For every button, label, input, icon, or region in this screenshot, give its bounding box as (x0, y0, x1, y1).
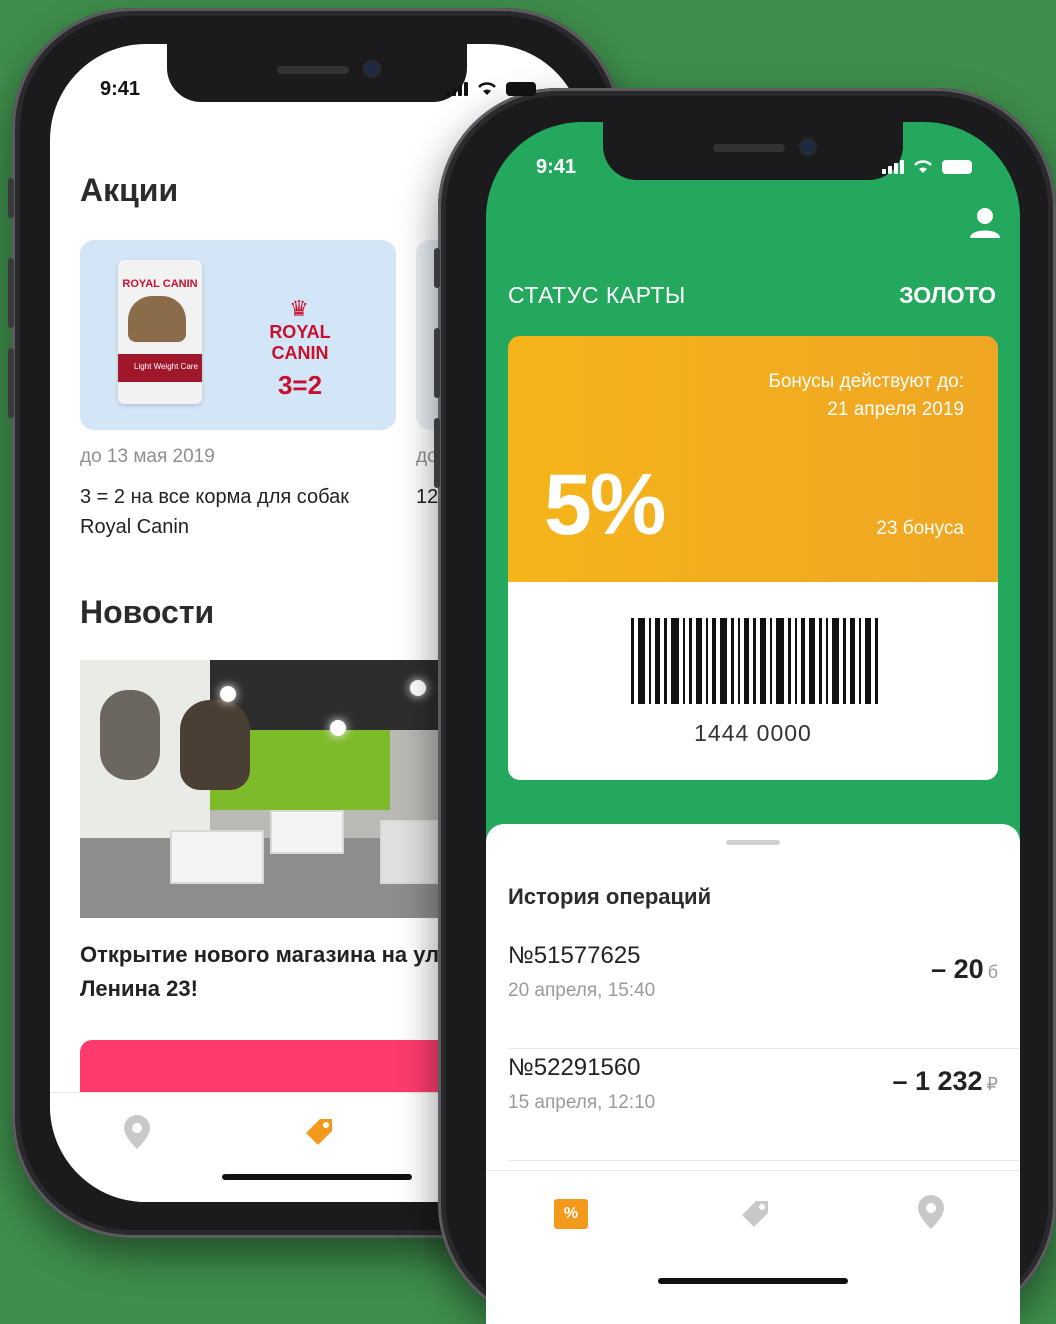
barcode-bar (743, 618, 749, 704)
news-headline[interactable]: Открытие нового магазина на ул. Ленина 2… (80, 938, 460, 1006)
barcode-bar (800, 618, 805, 704)
barcode-bar (769, 618, 772, 704)
barcode (554, 618, 954, 704)
user-profile-icon[interactable] (968, 206, 1002, 240)
barcode-bar (752, 618, 756, 704)
barcode-bar (787, 618, 791, 704)
volume-down-button (434, 418, 440, 488)
barcode-bar (737, 618, 740, 704)
dog-food-bag-image: ROYAL CANIN Light Weight Care (118, 260, 202, 404)
status-bar: 9:41 (486, 150, 1020, 180)
operation-number: №52291560 (508, 1054, 641, 1081)
bonus-valid-label: Бонусы действуют до: (768, 371, 964, 392)
wifi-icon (478, 82, 496, 95)
volume-up-button (434, 328, 440, 398)
barcode-bar (794, 618, 797, 704)
status-bar: 9:41 (50, 72, 584, 102)
barcode-bar (682, 618, 685, 704)
barcode-bar (630, 618, 634, 704)
bonus-valid-date: 21 апреля 2019 (827, 399, 964, 420)
operation-row[interactable]: №51577625 20 апреля, 15:40 – 20 б (508, 938, 1020, 1049)
bonus-count: 23 бонуса (876, 518, 964, 539)
mute-switch (434, 248, 440, 288)
battery-icon (942, 160, 972, 174)
promo-deal: 3=2 (277, 370, 323, 400)
royal-canin-logo: ♛ ROYAL CANIN 3=2 (240, 296, 360, 401)
news-store-photo[interactable] (80, 660, 460, 918)
barcode-bar (775, 618, 784, 704)
history-title: История операций (508, 884, 712, 909)
barcode-bar (825, 618, 828, 704)
operation-amount: – 20 б (931, 954, 998, 985)
discount-tab-icon[interactable]: % (554, 1199, 588, 1229)
barcode-bar (711, 618, 716, 704)
barcode-bar (858, 618, 861, 704)
bag-brand: ROYAL CANIN (122, 278, 198, 290)
volume-down-button (8, 348, 14, 418)
amount-value: – 1 232 (892, 1066, 983, 1096)
operation-date: 15 апреля, 12:10 (508, 1092, 656, 1113)
discount-percent: 5% (544, 457, 666, 553)
amount-value: – 20 (931, 954, 984, 984)
barcode-bar (849, 618, 855, 704)
logo-brand: ROYAL CANIN (269, 322, 331, 363)
price-tag-icon[interactable] (738, 1197, 772, 1231)
operation-number: №51577625 (508, 942, 641, 969)
card-level: ЗОЛОТО (899, 282, 996, 308)
barcode-bar (663, 618, 667, 704)
barcode-bar (759, 618, 766, 704)
barcode-bar (695, 618, 702, 704)
dog-picture (128, 296, 186, 342)
wifi-icon (914, 160, 932, 173)
barcode-bar (654, 618, 660, 704)
home-indicator[interactable] (222, 1174, 412, 1180)
operation-row[interactable]: №52291560 15 апреля, 12:10 – 1 232 ₽ (508, 1050, 1020, 1161)
barcode-bar (842, 618, 846, 704)
barcode-number: 1444 0000 (694, 720, 812, 746)
barcode-bar (864, 618, 871, 704)
home-indicator[interactable] (658, 1278, 848, 1284)
battery-icon (506, 82, 536, 96)
barcode-bar (719, 618, 727, 704)
signal-icon (882, 158, 904, 174)
status-time: 9:41 (536, 156, 577, 178)
map-pin-icon[interactable] (124, 1115, 150, 1149)
status-time: 9:41 (100, 78, 141, 100)
price-tag-icon[interactable] (302, 1115, 336, 1149)
phone-loyalty-card: 9:41 СТАТУС КАРТЫ ЗОЛОТО Бонусы действую… (434, 88, 1056, 1324)
bonus-validity: Бонусы действуют до: 21 апреля 2019 (768, 368, 964, 424)
promo-date: до 13 мая 2019 (80, 446, 215, 467)
promotions-title: Акции (80, 172, 179, 208)
barcode-bar (730, 618, 734, 704)
barcode-bar (808, 618, 815, 704)
promo-description: 3 = 2 на все корма для собак Royal Canin (80, 486, 349, 538)
news-title: Новости (80, 594, 215, 630)
barcode-bar (705, 618, 708, 704)
operation-amount: – 1 232 ₽ (892, 1066, 998, 1097)
barcode-bar (637, 618, 645, 704)
operation-date: 20 апреля, 15:40 (508, 980, 656, 1001)
barcode-bar (818, 618, 822, 704)
amount-currency: ₽ (986, 1074, 998, 1094)
tab-bar: % (486, 1170, 1020, 1324)
sheet-grabber[interactable] (726, 840, 780, 845)
bag-label: Light Weight Care (134, 362, 198, 371)
barcode-bar (874, 618, 878, 704)
barcode-bar (648, 618, 651, 704)
signal-icon (446, 80, 468, 96)
map-pin-icon[interactable] (918, 1195, 944, 1229)
loyalty-screen: 9:41 СТАТУС КАРТЫ ЗОЛОТО Бонусы действую… (486, 122, 1020, 1324)
volume-up-button (8, 258, 14, 328)
promo-card-royal-canin[interactable]: ROYAL CANIN Light Weight Care ♛ ROYAL CA… (80, 240, 396, 430)
barcode-bar (831, 618, 839, 704)
mute-switch (8, 178, 14, 218)
bonus-card[interactable]: Бонусы действуют до: 21 апреля 2019 5% 2… (508, 336, 998, 582)
barcode-card[interactable]: 1444 0000 (508, 582, 998, 780)
barcode-bar (688, 618, 692, 704)
card-status-label: СТАТУС КАРТЫ (508, 282, 686, 308)
amount-currency: б (987, 962, 998, 982)
crown-icon: ♛ (289, 296, 311, 321)
action-button[interactable] (80, 1040, 480, 1100)
barcode-bar (670, 618, 679, 704)
